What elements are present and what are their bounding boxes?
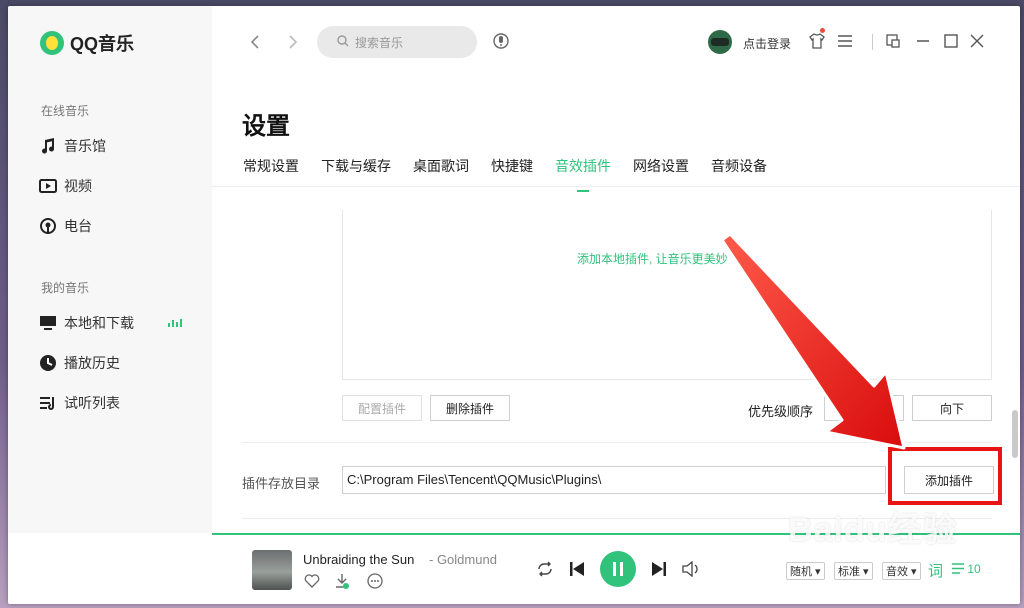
chevron-right-icon xyxy=(289,35,298,49)
play-queue-button[interactable]: 10 xyxy=(952,562,981,576)
more-button[interactable] xyxy=(366,572,384,590)
tab-hotkeys[interactable]: 快捷键 xyxy=(491,156,533,182)
volume-button[interactable] xyxy=(682,560,700,578)
app-logo[interactable]: QQ音乐 xyxy=(40,30,134,56)
close-icon xyxy=(970,34,984,48)
close-button[interactable] xyxy=(968,32,986,50)
previous-button[interactable] xyxy=(568,560,586,578)
more-icon xyxy=(367,573,383,589)
configure-plugin-button[interactable]: 配置插件 xyxy=(342,395,422,421)
search-icon xyxy=(337,34,349,50)
next-button[interactable] xyxy=(650,560,668,578)
page-title: 设置 xyxy=(242,113,290,140)
maximize-button[interactable] xyxy=(942,32,960,50)
annotation-arrow-icon xyxy=(720,232,906,450)
speaker-icon xyxy=(682,561,698,577)
sidebar-item-label: 播放历史 xyxy=(64,355,120,371)
queue-count: 10 xyxy=(967,562,981,576)
mic-icon xyxy=(493,33,509,49)
sidebar-item-label: 音乐馆 xyxy=(64,138,106,154)
maximize-icon xyxy=(944,34,958,48)
sidebar-group-mine: 我的音乐 xyxy=(41,281,90,295)
playing-equalizer-icon xyxy=(168,319,182,327)
download-button[interactable] xyxy=(333,572,351,590)
divider xyxy=(212,186,1020,187)
clock-icon xyxy=(38,353,58,373)
song-artist[interactable]: - Goldmund xyxy=(429,552,497,567)
pause-button[interactable] xyxy=(600,551,636,587)
plugin-dir-field[interactable]: C:\Program Files\Tencent\QQMusic\Plugins… xyxy=(342,466,886,494)
chevron-left-icon xyxy=(250,35,259,49)
tab-desktop-lyrics[interactable]: 桌面歌词 xyxy=(413,156,469,182)
like-button[interactable] xyxy=(303,572,321,590)
tab-download-cache[interactable]: 下载与缓存 xyxy=(321,156,391,182)
repeat-icon xyxy=(538,561,552,577)
sidebar-item-video[interactable]: 视频 xyxy=(38,175,92,197)
settings-tabs: 常规设置 下载与缓存 桌面歌词 快捷键 音效插件 网络设置 音频设备 xyxy=(243,156,789,192)
lyrics-button[interactable]: 词 xyxy=(928,560,943,581)
minimize-icon xyxy=(917,40,929,42)
avatar[interactable] xyxy=(708,30,732,54)
tab-sound-plugins[interactable]: 音效插件 xyxy=(555,156,611,192)
heart-icon xyxy=(304,574,320,588)
menu-icon xyxy=(838,35,852,47)
monitor-icon xyxy=(38,313,58,333)
sidebar: QQ音乐 在线音乐 音乐馆 视频 电台 我的音乐 本地和下载 播放历史 试听列表 xyxy=(8,6,212,533)
sidebar-item-label: 试听列表 xyxy=(64,395,120,411)
minimize-button[interactable] xyxy=(914,32,932,50)
plugin-dir-label: 插件存放目录 xyxy=(242,476,321,491)
sidebar-item-local-download[interactable]: 本地和下载 xyxy=(38,312,134,334)
song-title[interactable]: Unbraiding the Sun xyxy=(303,552,414,567)
delete-plugin-button[interactable]: 删除插件 xyxy=(430,395,510,421)
sidebar-item-history[interactable]: 播放历史 xyxy=(38,352,120,374)
main-menu-button[interactable] xyxy=(836,32,854,50)
radio-icon xyxy=(38,216,58,236)
search-input[interactable]: 搜索音乐 xyxy=(317,26,477,58)
add-local-plugin-link[interactable]: 添加本地插件, 让音乐更美妙 xyxy=(577,250,728,267)
next-icon xyxy=(652,562,666,576)
video-icon xyxy=(38,176,58,196)
search-placeholder: 搜索音乐 xyxy=(355,35,404,50)
back-button[interactable] xyxy=(248,34,264,50)
mini-mode-button[interactable] xyxy=(884,32,902,50)
sidebar-group-online: 在线音乐 xyxy=(41,104,90,118)
previous-icon xyxy=(570,562,584,576)
divider xyxy=(872,34,873,50)
pause-icon xyxy=(613,562,616,576)
qq-music-logo-icon xyxy=(40,31,64,55)
download-icon xyxy=(336,574,349,589)
album-cover[interactable] xyxy=(252,550,292,590)
login-link[interactable]: 点击登录 xyxy=(743,35,791,52)
tab-general[interactable]: 常规设置 xyxy=(243,156,299,182)
playlist-icon xyxy=(38,393,58,413)
watermark: Baidu经验 xyxy=(788,511,958,549)
sound-effect-pill[interactable]: 音效 ▾ xyxy=(882,562,921,580)
play-order-pill[interactable]: 随机 ▾ xyxy=(786,562,825,580)
scrollbar-thumb[interactable] xyxy=(1012,410,1018,458)
tab-audio-device[interactable]: 音频设备 xyxy=(711,156,767,182)
sidebar-item-label: 本地和下载 xyxy=(64,315,134,331)
sidebar-item-label: 视频 xyxy=(64,178,92,194)
sidebar-item-music-hall[interactable]: 音乐馆 xyxy=(38,135,106,157)
recognize-music-button[interactable] xyxy=(492,32,510,55)
skin-button[interactable] xyxy=(808,32,826,50)
sidebar-item-label: 电台 xyxy=(64,218,92,234)
app-name: QQ音乐 xyxy=(70,34,135,54)
music-note-icon xyxy=(38,136,58,156)
forward-button[interactable] xyxy=(284,34,300,50)
tab-network[interactable]: 网络设置 xyxy=(633,156,689,182)
move-down-button[interactable]: 向下 xyxy=(912,395,992,421)
qq-music-window: QQ音乐 在线音乐 音乐馆 视频 电台 我的音乐 本地和下载 播放历史 试听列表… xyxy=(8,6,1020,604)
loop-mode-button[interactable] xyxy=(536,560,554,578)
shirt-icon xyxy=(809,33,825,49)
queue-icon xyxy=(952,563,964,574)
mini-mode-icon xyxy=(886,34,900,48)
sidebar-item-radio[interactable]: 电台 xyxy=(38,215,92,237)
notification-dot xyxy=(820,28,825,33)
sidebar-item-trial-list[interactable]: 试听列表 xyxy=(38,392,120,414)
quality-pill[interactable]: 标准 ▾ xyxy=(834,562,873,580)
